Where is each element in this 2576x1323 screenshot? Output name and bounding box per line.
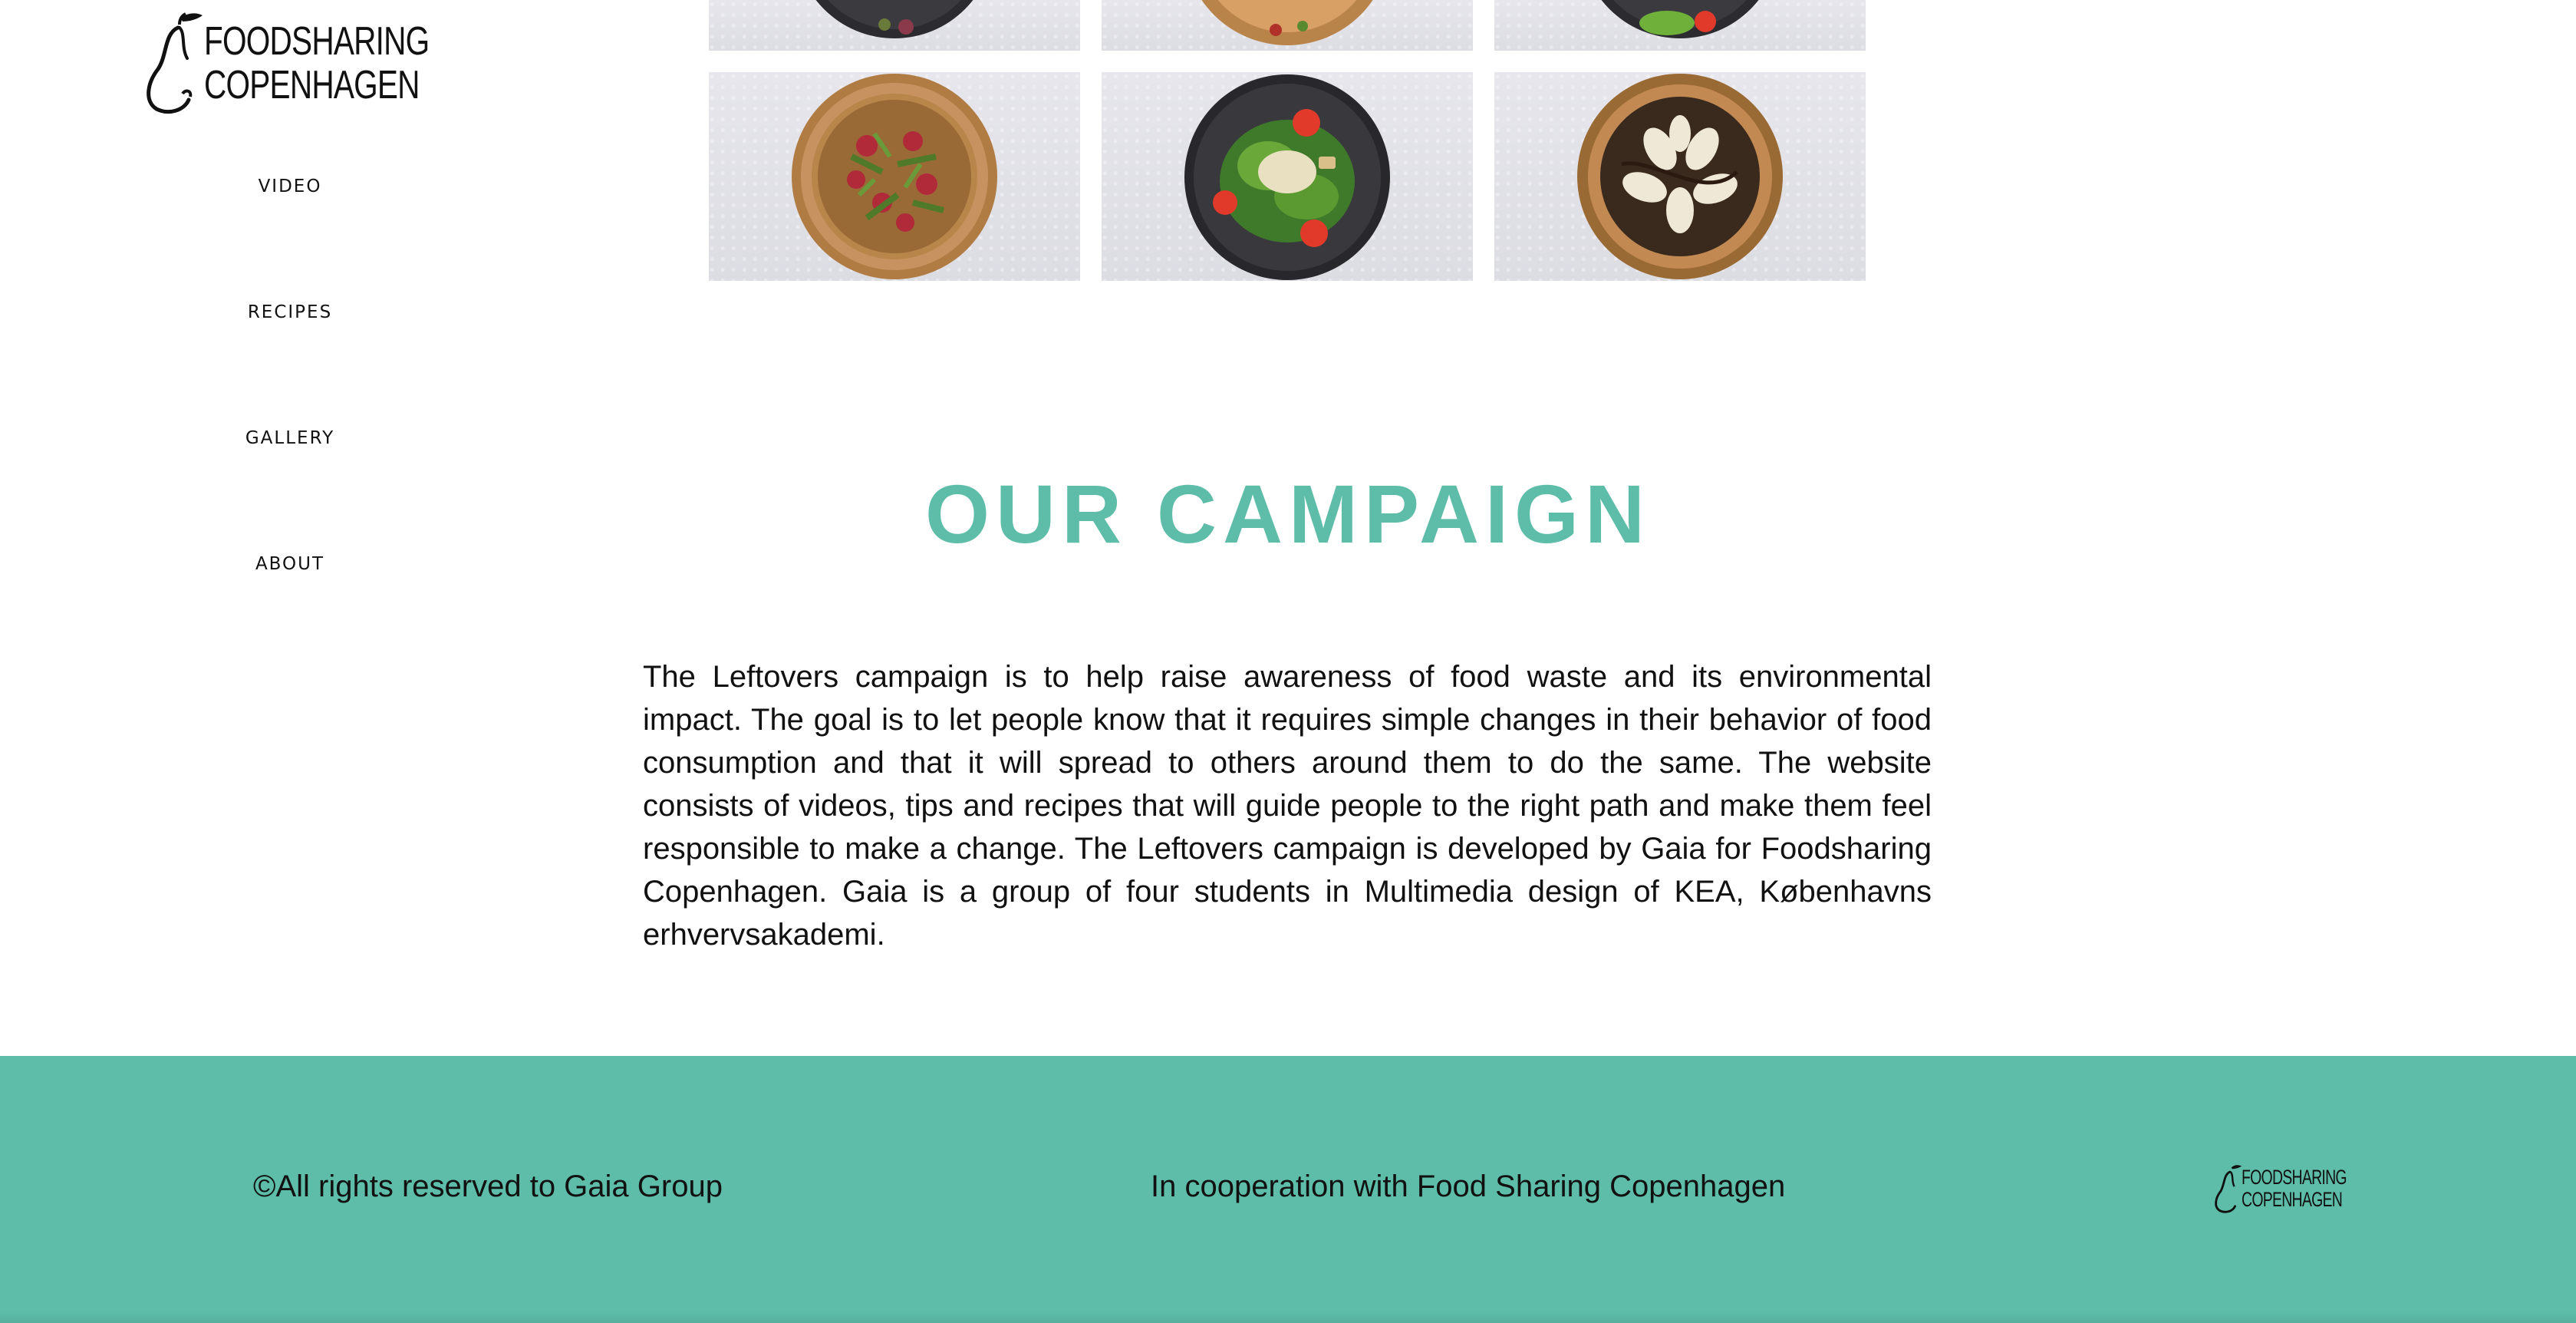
- footer-cooperation: In cooperation with Food Sharing Copenha…: [1151, 1170, 1786, 1203]
- footer-logo-line-2: COPENHAGEN: [2242, 1188, 2343, 1211]
- footer-copyright: ©All rights reserved to Gaia Group: [253, 1170, 723, 1203]
- footer-logo-wordmark: FOODSHARING COPENHAGEN: [2242, 1166, 2347, 1211]
- salad-plate-icon: [815, 0, 973, 38]
- pear-icon: [2215, 1165, 2242, 1213]
- nav-item-recipes[interactable]: RECIPES: [192, 302, 388, 322]
- nav-item-gallery[interactable]: GALLERY: [192, 428, 388, 448]
- pizza-icon: [1201, 0, 1373, 45]
- gallery-tile[interactable]: [709, 72, 1080, 281]
- pizza-icon: [792, 74, 997, 279]
- gallery-tile[interactable]: [1102, 72, 1473, 281]
- footer-shadow: [0, 1312, 2576, 1323]
- footer-logo-line-1: FOODSHARING: [2242, 1166, 2347, 1189]
- logo-line-1: FOODSHARING: [204, 19, 430, 64]
- logo-line-2: COPENHAGEN: [204, 63, 420, 107]
- logo-wordmark: FOODSHARING COPENHAGEN: [204, 19, 430, 107]
- footer-logo[interactable]: FOODSHARING COPENHAGEN: [2212, 1163, 2347, 1217]
- site-footer: ©All rights reserved to Gaia Group In co…: [0, 1056, 2576, 1323]
- nav-item-video[interactable]: VIDEO: [192, 177, 388, 196]
- banana-pizza-icon: [1577, 74, 1783, 279]
- gallery-tile[interactable]: [1494, 0, 1866, 51]
- site-logo[interactable]: FOODSHARING COPENHAGEN: [141, 11, 430, 115]
- gallery-tile[interactable]: [1102, 0, 1473, 51]
- pear-icon: [147, 12, 203, 114]
- salad-plate-icon: [1601, 0, 1759, 38]
- caesar-salad-icon: [1184, 74, 1390, 280]
- campaign-description: The Leftovers campaign is to help raise …: [643, 660, 1932, 952]
- gallery-tile[interactable]: [709, 0, 1080, 51]
- gallery-tile[interactable]: [1494, 72, 1866, 281]
- campaign-title: OUR CAMPAIGN: [925, 467, 1651, 560]
